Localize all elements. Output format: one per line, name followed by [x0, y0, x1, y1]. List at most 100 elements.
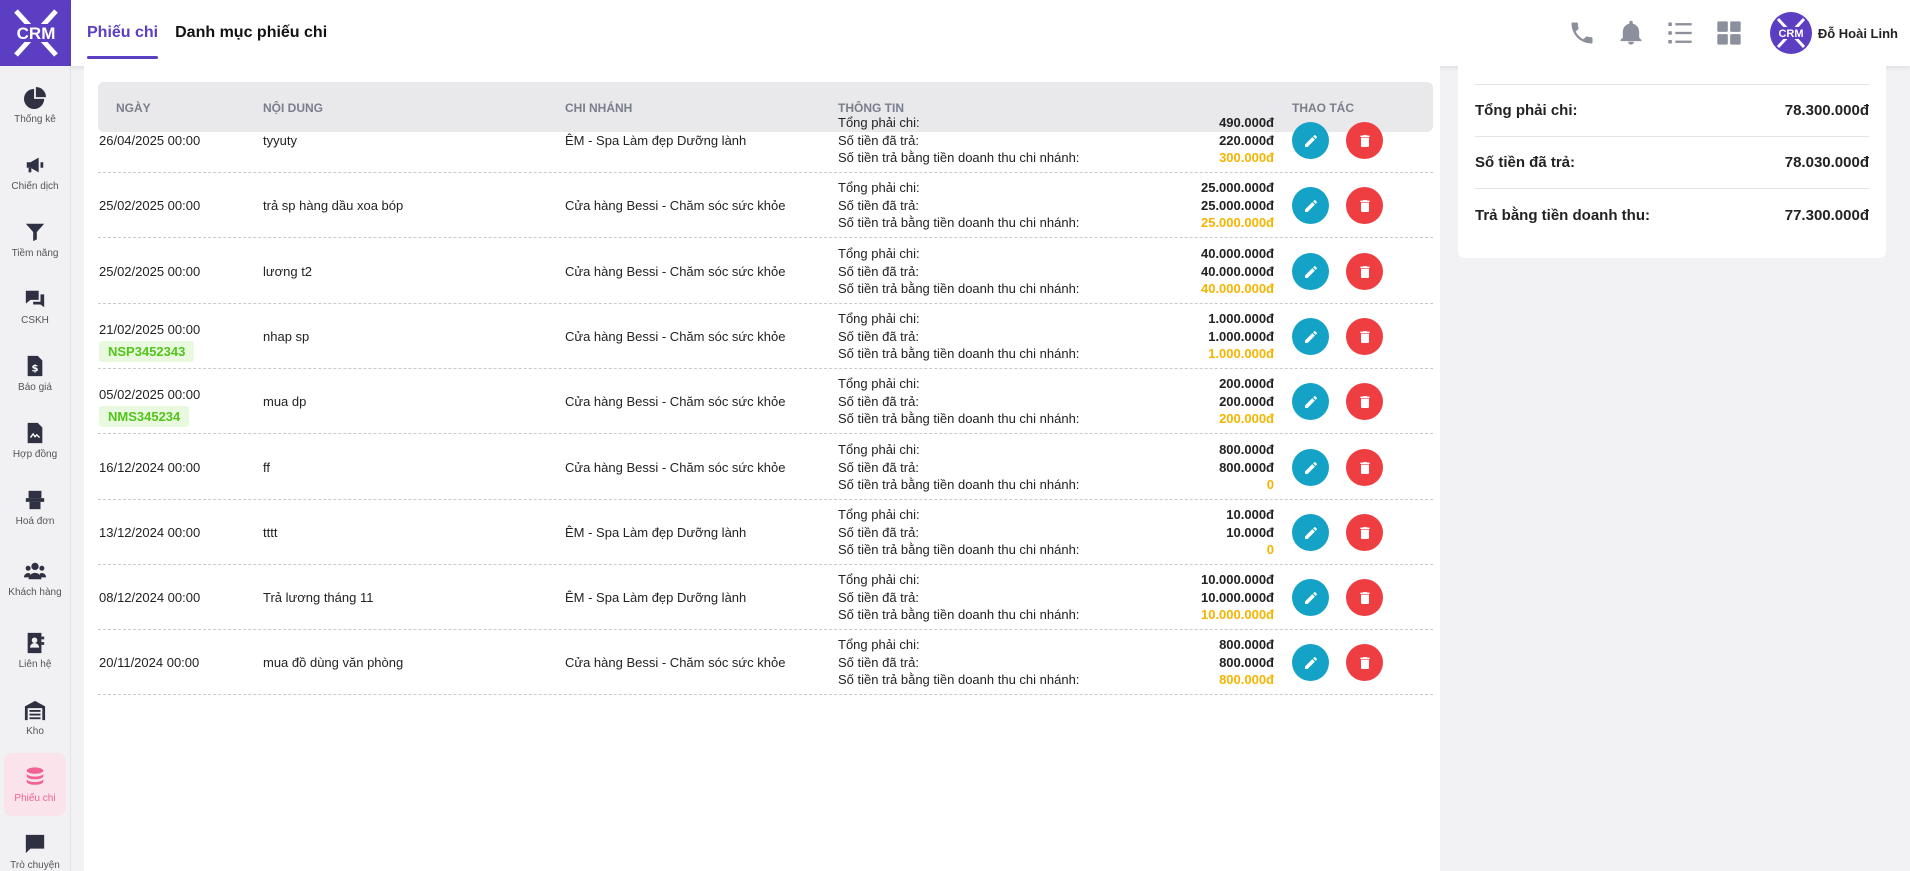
row-content: ff	[263, 460, 270, 475]
phone-icon	[1571, 22, 1593, 44]
delete-button[interactable]	[1346, 579, 1383, 616]
edit-button[interactable]	[1292, 579, 1329, 616]
edit-button[interactable]	[1292, 253, 1329, 290]
row-branch: ÊM - Spa Làm đẹp Dưỡng lành	[565, 525, 747, 540]
sidebar-item-contracts[interactable]: Hợp đồng	[4, 409, 66, 472]
trash-icon	[1359, 591, 1370, 604]
sidebar-item-invoices[interactable]: Hoá đơn	[4, 476, 66, 539]
sidebar-item-expense-vouchers[interactable]: Phiếu chi	[4, 753, 66, 816]
info-revenue-label: Số tiền trả bằng tiền doanh thu chi nhán…	[838, 607, 1080, 622]
edit-button[interactable]	[1292, 514, 1329, 551]
edit-button[interactable]	[1292, 187, 1329, 224]
pencil-icon	[1304, 265, 1317, 278]
info-paid-value: 220.000đ	[1219, 132, 1274, 148]
sidebar-item-chat[interactable]: Trò chuyện	[4, 820, 66, 871]
sidebar-item-customer-care[interactable]: CSKH	[4, 275, 66, 338]
info-revenue-label: Số tiền trả bằng tiền doanh thu chi nhán…	[838, 542, 1080, 557]
summary-revenue-row: Trả bằng tiền doanh thu: 77.300.000đ	[1475, 189, 1869, 241]
info-paid-label: Số tiền đã trả:	[838, 459, 919, 475]
delete-button[interactable]	[1346, 187, 1383, 224]
delete-button[interactable]	[1346, 514, 1383, 551]
topbar: Phiếu chi Danh mục phiếu chi CRM Đỗ Hoài…	[71, 0, 1910, 66]
row-content: tttt	[263, 525, 278, 540]
megaphone-icon	[26, 157, 44, 172]
crm-logo[interactable]: CRM	[0, 0, 71, 66]
trash-icon	[1359, 199, 1370, 212]
summary-revenue-value: 77.300.000đ	[1784, 206, 1869, 224]
edit-button[interactable]	[1292, 318, 1329, 355]
edit-button[interactable]	[1292, 122, 1329, 159]
sidebar-item-label: Hoá đơn	[15, 515, 55, 527]
table-row: 13/12/2024 00:00 tttt ÊM - Spa Làm đẹp Dưỡ…	[98, 500, 1433, 565]
row-info: Tổng phải chi: 800.000đ Số tiền đã trả: 800…	[838, 441, 1274, 494]
row-date-cell: 13/12/2024 00:00	[99, 525, 200, 540]
info-revenue-value: 0	[1266, 542, 1274, 557]
notifications-button[interactable]	[1616, 18, 1646, 48]
info-paid-value: 10.000đ	[1226, 524, 1274, 540]
row-branch: Cửa hàng Bessi - Chăm sóc sức khỏe	[565, 460, 786, 475]
info-paid-label: Số tiền đã trả:	[838, 589, 919, 605]
sidebar-item-leads[interactable]: Tiềm năng	[4, 208, 66, 271]
delete-button[interactable]	[1346, 449, 1383, 486]
summary-paid-row: Số tiền đã trả: 78.030.000đ	[1475, 137, 1869, 189]
edit-button[interactable]	[1292, 383, 1329, 420]
row-branch: ÊM - Spa Làm đẹp Dưỡng lành	[565, 590, 747, 605]
sidebar-item-quotes[interactable]: $ Báo giá	[4, 342, 66, 405]
pencil-icon	[1304, 591, 1317, 604]
info-revenue-label: Số tiền trả bằng tiền doanh thu chi nhán…	[838, 672, 1080, 687]
delete-button[interactable]	[1346, 253, 1383, 290]
delete-button[interactable]	[1346, 318, 1383, 355]
tab-expense-vouchers[interactable]: Phiếu chi	[87, 0, 159, 66]
info-total-label: Tổng phải chi:	[838, 442, 920, 457]
user-avatar[interactable]: CRM	[1769, 12, 1812, 54]
contract-icon	[27, 422, 43, 443]
sidebar-item-warehouse[interactable]: Kho	[4, 686, 66, 749]
summary-total-row: Tổng phải chi: 78.300.000đ	[1475, 85, 1869, 137]
info-total-label: Tổng phải chi:	[838, 507, 920, 522]
coins-icon	[26, 766, 44, 785]
voucher-code-badge: NMS345234	[99, 406, 190, 427]
row-date-cell: 21/02/2025 00:00 NSP3452343	[99, 322, 200, 362]
pie-chart-icon	[24, 86, 46, 109]
table-row: 20/11/2024 00:00 mua đồ dùng văn phòng Cửa…	[98, 630, 1433, 695]
row-info: Tổng phải chi: 10.000.000đ Số tiền đã trả:…	[838, 571, 1274, 624]
row-date: 25/02/2025 00:00	[99, 264, 201, 279]
sidebar-item-campaigns[interactable]: Chiến dịch	[4, 141, 66, 204]
info-total-value: 10.000đ	[1226, 507, 1274, 522]
edit-button[interactable]	[1292, 644, 1329, 681]
sidebar-item-customers[interactable]: Khách hàng	[4, 543, 66, 615]
sidebar-item-label: Thống kê	[14, 113, 56, 125]
tab-expense-categories[interactable]: Danh mục phiếu chi	[175, 0, 327, 66]
sidebar-item-statistics[interactable]: Thống kê	[4, 74, 66, 137]
sidebar-item-contacts[interactable]: Liên hệ	[4, 619, 66, 682]
pencil-icon	[1304, 199, 1317, 212]
row-date-cell: 20/11/2024 00:00	[99, 655, 199, 670]
table-row: 21/02/2025 00:00 NSP3452343 nhap sp Cửa hàn…	[98, 304, 1433, 369]
delete-button[interactable]	[1346, 122, 1383, 159]
phone-button[interactable]	[1567, 18, 1597, 48]
edit-button[interactable]	[1292, 449, 1329, 486]
info-paid-label: Số tiền đã trả:	[838, 524, 919, 540]
apps-button[interactable]	[1714, 18, 1744, 48]
delete-button[interactable]	[1346, 383, 1383, 420]
row-date: 08/12/2024 00:00	[99, 590, 201, 605]
row-branch: Cửa hàng Bessi - Chăm sóc sức khỏe	[565, 264, 786, 279]
row-date: 25/02/2025 00:00	[99, 198, 201, 213]
row-date-cell: 25/02/2025 00:00	[99, 198, 200, 213]
row-date-cell: 25/02/2025 00:00	[99, 264, 200, 279]
info-revenue-value: 300.000đ	[1219, 150, 1274, 165]
user-name[interactable]: Đỗ Hoài Linh	[1818, 26, 1898, 41]
pencil-icon	[1304, 461, 1317, 474]
sidebar-item-label: Liên hệ	[18, 658, 52, 670]
info-paid-value: 800.000đ	[1219, 654, 1274, 670]
info-paid-value: 800.000đ	[1219, 459, 1274, 475]
delete-button[interactable]	[1346, 644, 1383, 681]
info-total-label: Tổng phải chi:	[838, 246, 920, 261]
pencil-icon	[1304, 134, 1317, 147]
list-icon	[1668, 22, 1692, 44]
info-revenue-label: Số tiền trả bằng tiền doanh thu chi nhán…	[838, 281, 1080, 296]
row-branch: ÊM - Spa Làm đẹp Dưỡng lành	[565, 133, 747, 148]
task-list-button[interactable]	[1665, 18, 1695, 48]
info-paid-value: 200.000đ	[1219, 393, 1274, 409]
row-date-cell: 16/12/2024 00:00	[99, 460, 200, 475]
